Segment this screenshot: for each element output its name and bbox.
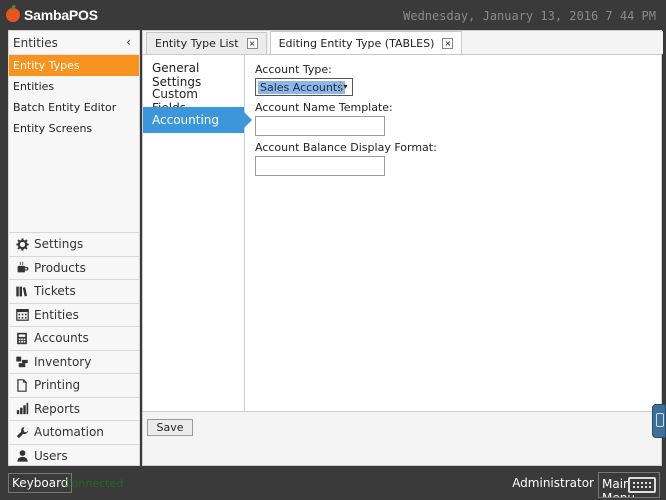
nav-settings[interactable]: Settings xyxy=(9,232,139,256)
tickets-icon xyxy=(15,284,29,298)
account-name-template-input[interactable] xyxy=(255,116,385,136)
keyboard-button[interactable]: Keyboard xyxy=(8,473,73,493)
balance-format-input[interactable] xyxy=(255,156,385,176)
account-type-label: Account Type: xyxy=(255,63,332,76)
nav-label: Tickets xyxy=(34,284,76,299)
wrench-icon xyxy=(15,425,29,439)
current-user: Administrator xyxy=(512,476,594,490)
app-name: SambaPOS xyxy=(24,7,98,23)
nav-automation[interactable]: Automation xyxy=(9,420,139,444)
nav-label: Automation xyxy=(34,425,104,440)
balance-format-label: Account Balance Display Format: xyxy=(255,141,437,154)
document-icon xyxy=(15,378,29,392)
subnav-accounting[interactable]: Accounting xyxy=(143,107,252,133)
sidebar-item-entity-screens[interactable]: Entity Screens xyxy=(9,118,139,139)
app-logo: SambaPOS xyxy=(6,7,98,23)
nav-reports[interactable]: Reports xyxy=(9,396,139,421)
sidebar-header-title: Entities xyxy=(13,36,58,50)
nav-tickets[interactable]: Tickets xyxy=(9,279,139,303)
connection-status: Connected xyxy=(64,477,124,490)
tomato-logo-icon xyxy=(6,8,20,22)
nav-entities[interactable]: Entities xyxy=(9,302,139,327)
nav-label: Printing xyxy=(34,378,81,393)
calculator-icon xyxy=(15,331,29,345)
status-bar: Keyboard Connected Administrator Main Me… xyxy=(0,468,666,500)
nav-label: Reports xyxy=(34,401,81,416)
title-bar: SambaPOS Wednesday, January 13, 2016 7 4… xyxy=(0,0,666,30)
side-panel-handle[interactable] xyxy=(652,404,666,438)
datetime-display: Wednesday, January 13, 2016 7 44 PM xyxy=(403,9,656,23)
nav-label: Products xyxy=(34,260,86,275)
main-panel: Entity Type List × Editing Entity Type (… xyxy=(142,30,663,466)
nav-label: Accounts xyxy=(34,331,89,346)
account-name-template-label: Account Name Template: xyxy=(255,101,393,114)
nav-printing[interactable]: Printing xyxy=(9,373,139,397)
settings-subnav: General Settings Custom Fields Accountin… xyxy=(143,55,252,412)
close-icon[interactable]: × xyxy=(246,38,258,49)
user-icon xyxy=(15,449,29,463)
accounting-form: Account Type: Sales Accounts ▾ Account N… xyxy=(255,63,635,181)
calendar-icon xyxy=(15,308,29,322)
main-nav: Settings Products Tickets Entities Accou… xyxy=(9,232,139,467)
sidebar-item-batch-entity-editor[interactable]: Batch Entity Editor xyxy=(9,97,139,118)
collapse-chevron-icon[interactable]: ‹ xyxy=(126,35,131,49)
nav-label: Users xyxy=(34,448,68,463)
save-button[interactable]: Save xyxy=(147,419,193,436)
nav-label: Entities xyxy=(34,307,79,322)
nav-products[interactable]: Products xyxy=(9,255,139,280)
sidebar-item-entities[interactable]: Entities xyxy=(9,76,139,97)
action-bar: Save xyxy=(143,411,661,465)
coffee-icon xyxy=(15,261,29,275)
close-icon[interactable]: × xyxy=(442,37,454,49)
tab-entity-type-list[interactable]: Entity Type List × xyxy=(146,32,267,54)
document-tabs: Entity Type List × Editing Entity Type (… xyxy=(143,31,663,54)
gear-icon xyxy=(15,237,29,251)
tab-label: Editing Entity Type (TABLES) xyxy=(278,36,435,50)
editor-content: General Settings Custom Fields Accountin… xyxy=(143,54,661,412)
subnav-general-settings[interactable]: General Settings xyxy=(143,55,244,89)
bar-chart-icon xyxy=(15,402,29,416)
keyboard-icon[interactable] xyxy=(628,477,656,493)
nav-inventory[interactable]: Inventory xyxy=(9,349,139,374)
nav-label: Settings xyxy=(34,237,84,252)
tab-editing-entity-type[interactable]: Editing Entity Type (TABLES) × xyxy=(269,31,463,54)
inventory-icon xyxy=(15,355,29,369)
sidebar: Entities ‹ Entity Types Entities Batch E… xyxy=(8,30,140,466)
chevron-down-icon[interactable]: ▾ xyxy=(340,81,350,93)
sidebar-header: Entities ‹ xyxy=(9,31,139,55)
account-type-select[interactable]: Sales Accounts ▾ xyxy=(255,78,353,96)
nav-label: Inventory xyxy=(34,354,92,369)
tab-label: Entity Type List xyxy=(155,37,239,50)
sidebar-item-entity-types[interactable]: Entity Types xyxy=(9,55,139,76)
account-type-value: Sales Accounts xyxy=(258,81,345,94)
nav-accounts[interactable]: Accounts xyxy=(9,326,139,350)
nav-users[interactable]: Users xyxy=(9,443,139,468)
